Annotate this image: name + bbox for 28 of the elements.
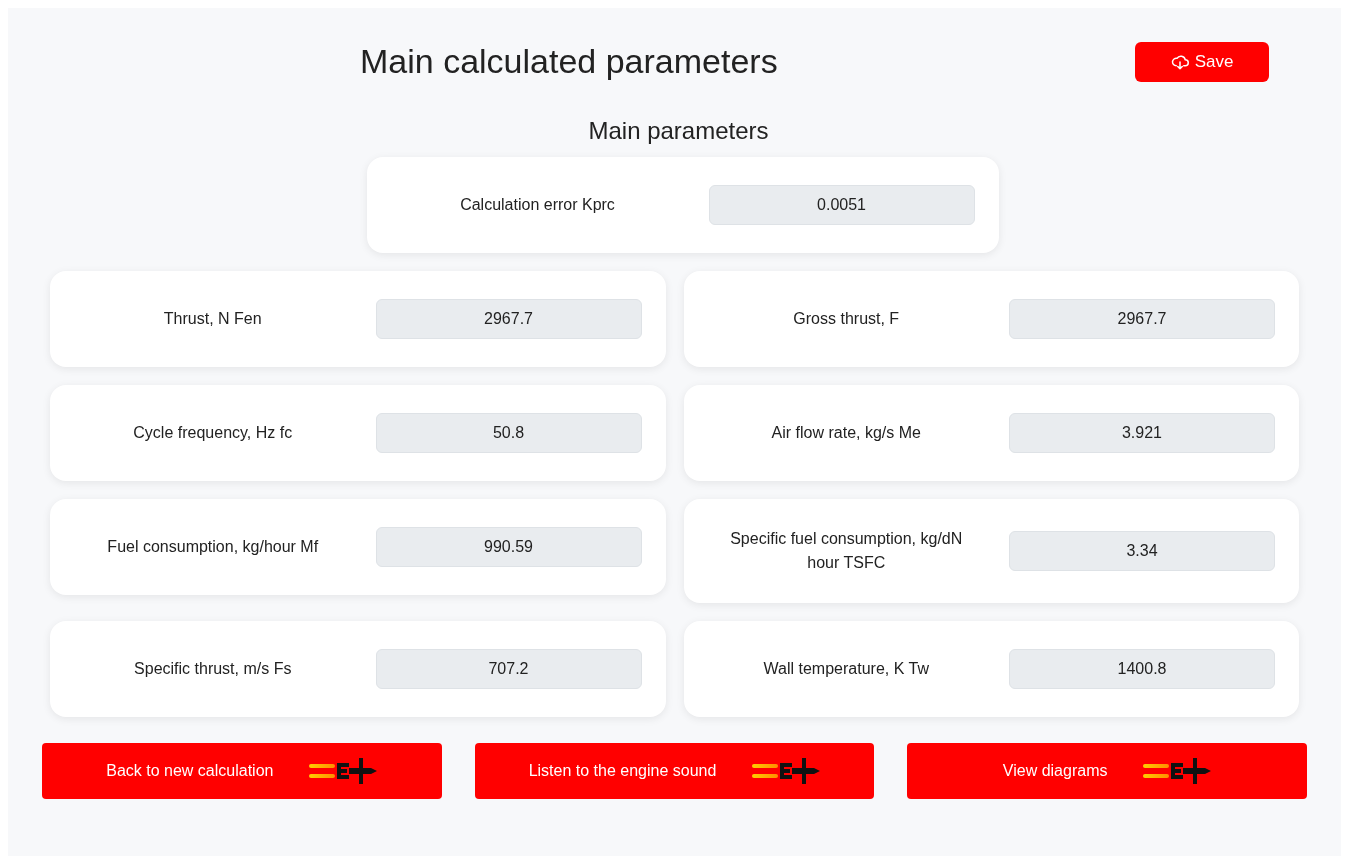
parameter-value-field[interactable]: 2967.7 [1009, 299, 1275, 339]
cloud-download-icon [1170, 52, 1189, 71]
action-button[interactable]: Listen to the engine sound [474, 743, 875, 799]
parameter-label: Cycle frequency, Hz fc [133, 423, 293, 443]
parameter-label: Air flow rate, kg/s Me [771, 423, 921, 443]
parameter-value-field[interactable]: 707.2 [375, 649, 642, 689]
page-title: Main calculated parameters [360, 41, 778, 82]
parameter-label: Specific thrust, m/s Fs [134, 659, 292, 679]
jet-engine-icon [752, 757, 821, 785]
parameter-label: Calculation error Kprc [460, 195, 615, 215]
parameter-value-field[interactable]: 3.34 [1009, 531, 1275, 571]
parameter-label: Thrust, N Fen [163, 309, 262, 329]
jet-engine-icon [1143, 757, 1212, 785]
save-button[interactable]: Save [1135, 41, 1269, 82]
jet-engine-icon [309, 757, 378, 785]
parameter-label: Specific fuel consumption, kg/dN hour TSFC [729, 529, 964, 573]
action-button[interactable]: View diagrams [907, 743, 1307, 799]
parameter-value-field[interactable]: 2967.7 [375, 299, 642, 339]
parameter-value-field[interactable]: 990.59 [375, 527, 642, 567]
parameter-label: Fuel consumption, kg/hour Mf [107, 537, 319, 557]
section-title: Main parameters [587, 116, 770, 146]
parameter-label: Wall temperature, K Tw [763, 659, 929, 679]
parameter-value-field[interactable]: 50.8 [375, 413, 642, 453]
parameter-value-field[interactable]: 0.0051 [708, 185, 975, 225]
parameter-value-field[interactable]: 3.921 [1009, 413, 1275, 453]
parameter-value-field[interactable]: 1400.8 [1009, 649, 1275, 689]
parameter-label: Gross thrust, F [793, 309, 900, 329]
action-button[interactable]: Back to new calculation [42, 743, 442, 799]
